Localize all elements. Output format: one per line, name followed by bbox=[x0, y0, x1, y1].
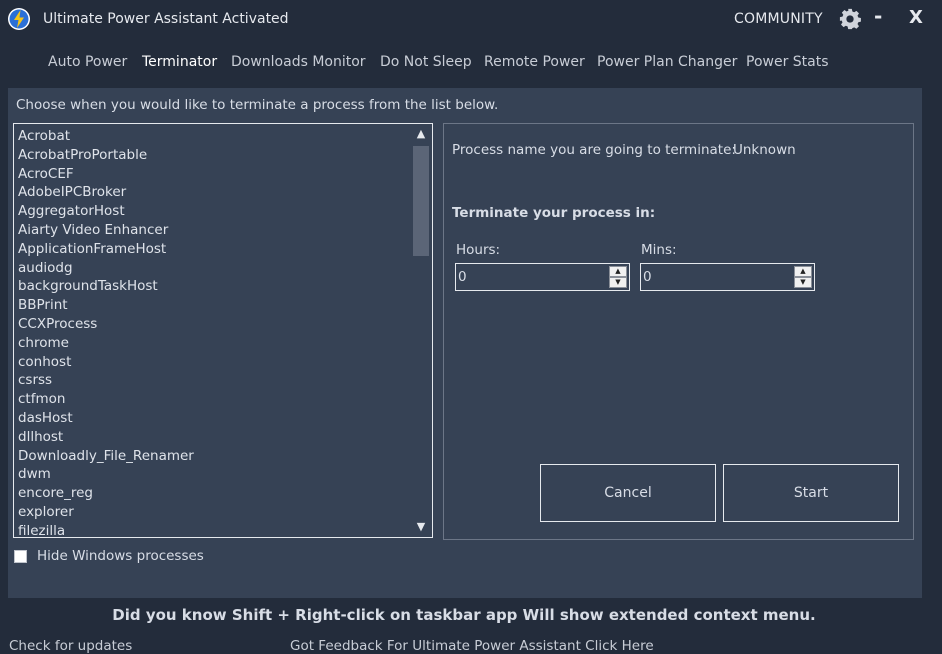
window-title: Ultimate Power Assistant Activated bbox=[43, 11, 289, 27]
community-link[interactable]: COMMUNITY bbox=[734, 11, 823, 27]
mins-decrement-arrow-icon[interactable]: ▼ bbox=[794, 277, 812, 288]
gear-icon[interactable] bbox=[839, 8, 861, 30]
tab-power-plan-changer[interactable]: Power Plan Changer bbox=[597, 54, 737, 70]
list-item[interactable]: AcrobatProPortable bbox=[18, 146, 408, 165]
list-item[interactable]: backgroundTaskHost bbox=[18, 277, 408, 296]
list-item[interactable]: dllhost bbox=[18, 428, 408, 447]
tab-power-stats[interactable]: Power Stats bbox=[746, 54, 829, 70]
list-item[interactable]: AggregatorHost bbox=[18, 202, 408, 221]
hours-label: Hours: bbox=[456, 242, 501, 258]
list-item[interactable]: csrss bbox=[18, 371, 408, 390]
list-item[interactable]: Downloadly_File_Renamer bbox=[18, 447, 408, 466]
list-item[interactable]: AcroCEF bbox=[18, 165, 408, 184]
instruction-text: Choose when you would like to terminate … bbox=[16, 97, 499, 113]
list-item[interactable]: Aiarty Video Enhancer bbox=[18, 221, 408, 240]
hours-stepper[interactable]: ▲ ▼ bbox=[455, 263, 630, 291]
tip-bar: Did you know Shift + Right-click on task… bbox=[0, 606, 942, 624]
list-item[interactable]: BBPrint bbox=[18, 296, 408, 315]
process-list[interactable]: Acrobat AcrobatProPortable AcroCEF Adobe… bbox=[13, 123, 433, 538]
tab-auto-power[interactable]: Auto Power bbox=[48, 54, 127, 70]
tip-text: Did you know Shift + Right-click on task… bbox=[112, 606, 816, 624]
title-bar: Ultimate Power Assistant Activated COMMU… bbox=[0, 0, 942, 38]
scrollbar-thumb[interactable] bbox=[413, 146, 429, 256]
mins-stepper[interactable]: ▲ ▼ bbox=[640, 263, 815, 291]
list-item[interactable]: ApplicationFrameHost bbox=[18, 240, 408, 259]
start-button[interactable]: Start bbox=[723, 464, 899, 522]
tab-remote-power[interactable]: Remote Power bbox=[484, 54, 585, 70]
process-name-label: Process name you are going to terminate: bbox=[452, 142, 736, 158]
list-item[interactable]: ctfmon bbox=[18, 390, 408, 409]
list-item[interactable]: Acrobat bbox=[18, 127, 408, 146]
hours-decrement-arrow-icon[interactable]: ▼ bbox=[609, 277, 627, 288]
hours-increment-arrow-icon[interactable]: ▲ bbox=[609, 266, 627, 277]
list-item[interactable]: CCXProcess bbox=[18, 315, 408, 334]
list-item[interactable]: explorer bbox=[18, 503, 408, 522]
hide-windows-processes-checkbox[interactable] bbox=[14, 550, 27, 563]
scroll-down-arrow-icon[interactable]: ▼ bbox=[410, 517, 432, 537]
tab-bar: Auto Power Terminator Downloads Monitor … bbox=[0, 54, 942, 76]
minimize-button[interactable]: - bbox=[874, 4, 882, 28]
list-item[interactable]: audiodg bbox=[18, 259, 408, 278]
tab-terminator[interactable]: Terminator bbox=[142, 54, 217, 70]
hours-input[interactable] bbox=[458, 267, 603, 287]
cancel-button[interactable]: Cancel bbox=[540, 464, 716, 522]
list-item[interactable]: dasHost bbox=[18, 409, 408, 428]
tab-do-not-sleep[interactable]: Do Not Sleep bbox=[380, 54, 472, 70]
mins-input[interactable] bbox=[643, 267, 788, 287]
scroll-up-arrow-icon[interactable]: ▲ bbox=[410, 124, 432, 144]
terminate-in-heading: Terminate your process in: bbox=[452, 205, 656, 221]
process-list-scrollbar[interactable]: ▲ ▼ bbox=[410, 124, 432, 537]
mins-label: Mins: bbox=[641, 242, 677, 258]
list-item[interactable]: encore_reg bbox=[18, 484, 408, 503]
tab-downloads-monitor[interactable]: Downloads Monitor bbox=[231, 54, 366, 70]
list-item[interactable]: conhost bbox=[18, 353, 408, 372]
mins-increment-arrow-icon[interactable]: ▲ bbox=[794, 266, 812, 277]
close-button[interactable]: X bbox=[909, 7, 923, 28]
list-item[interactable]: chrome bbox=[18, 334, 408, 353]
lightning-bolt-icon bbox=[8, 8, 30, 30]
list-item[interactable]: AdobeIPCBroker bbox=[18, 183, 408, 202]
list-item[interactable]: dwm bbox=[18, 465, 408, 484]
process-list-items: Acrobat AcrobatProPortable AcroCEF Adobe… bbox=[18, 127, 408, 537]
hide-windows-processes-label: Hide Windows processes bbox=[37, 548, 204, 564]
list-item[interactable]: filezilla bbox=[18, 522, 408, 537]
process-name-value: Unknown bbox=[733, 142, 796, 158]
